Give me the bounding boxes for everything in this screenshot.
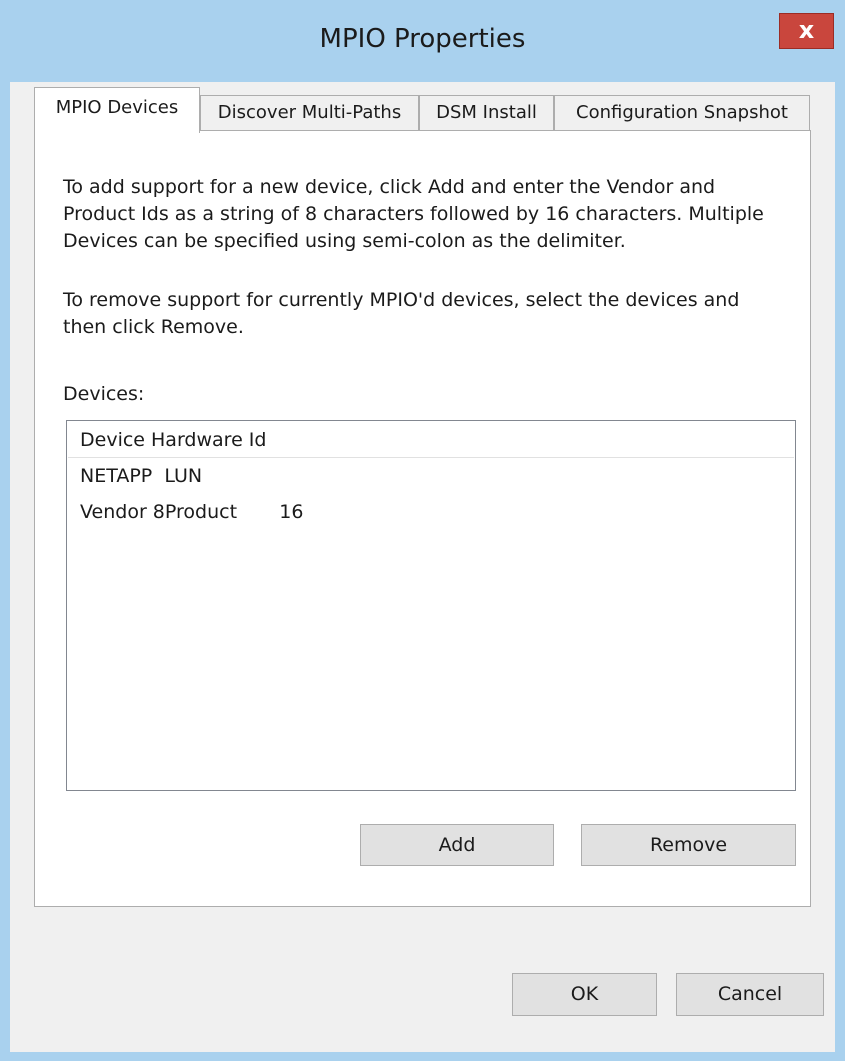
close-icon: x [798,16,815,44]
tab-label: Discover Multi-Paths [217,102,402,123]
add-button[interactable]: Add [360,824,554,866]
remove-instructions-text: To remove support for currently MPIO'd d… [63,289,740,338]
mpio-devices-panel: To add support for a new device, click A… [34,130,811,907]
cancel-button-label: Cancel [717,983,783,1005]
tab-label: Configuration Snapshot [576,102,788,123]
window-title: MPIO Properties [319,24,526,54]
tab-label: MPIO Devices [55,97,179,118]
tab-discover-multi-paths[interactable]: Discover Multi-Paths [200,95,419,131]
remove-button[interactable]: Remove [581,824,796,866]
ok-button-label: OK [570,983,599,1005]
list-item[interactable]: NETAPP LUN [80,463,202,489]
devices-label: Devices: [63,383,145,405]
mpio-properties-window: MPIO Properties x MPIO Devices Discover … [0,0,845,1061]
title-bar[interactable]: MPIO Properties x [0,0,845,82]
devices-listbox[interactable]: Device Hardware Id NETAPP LUN Vendor 8Pr… [66,420,796,791]
dialog-client-area: MPIO Devices Discover Multi-Paths DSM In… [10,82,835,1052]
tab-strip: MPIO Devices Discover Multi-Paths DSM In… [10,82,835,133]
add-instructions-text: To add support for a new device, click A… [63,176,764,252]
close-button[interactable]: x [779,13,834,49]
cancel-button[interactable]: Cancel [676,973,824,1016]
ok-button[interactable]: OK [512,973,657,1016]
remove-button-label: Remove [649,834,728,856]
list-item[interactable]: Vendor 8Product 16 [80,499,303,525]
tab-configuration-snapshot[interactable]: Configuration Snapshot [554,95,810,131]
tab-dsm-install[interactable]: DSM Install [419,95,554,131]
tab-mpio-devices[interactable]: MPIO Devices [34,87,200,133]
tab-label: DSM Install [436,102,537,123]
column-header-device-hardware-id[interactable]: Device Hardware Id [68,422,794,458]
add-button-label: Add [438,834,476,856]
